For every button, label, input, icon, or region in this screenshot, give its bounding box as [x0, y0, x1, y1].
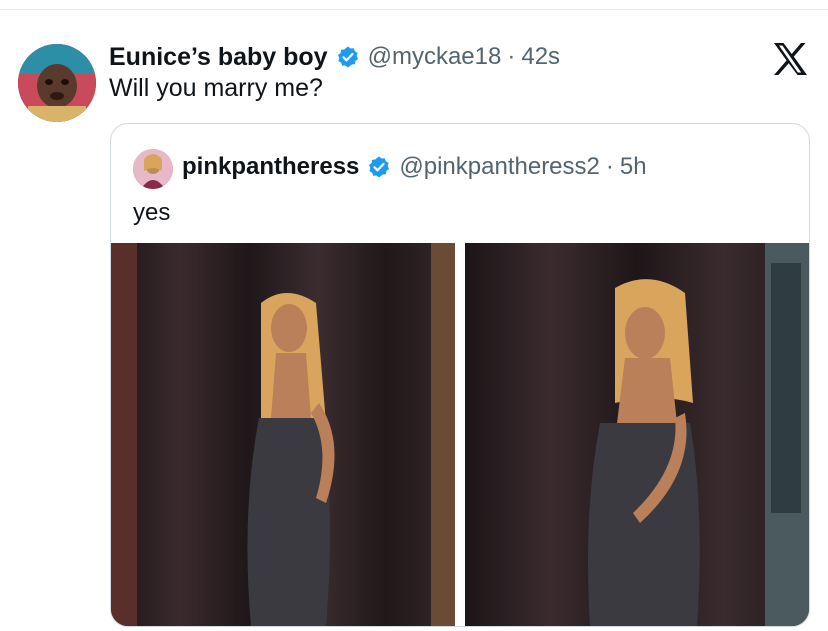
quoted-tweet-text: yes	[133, 199, 171, 226]
author-handle[interactable]: @myckae18	[368, 43, 502, 71]
tweet-header: Eunice’s baby boy @myckae18 · 42s	[109, 40, 560, 74]
quoted-tweet-card[interactable]: pinkpantheress @pinkpantheress2 · 5h yes	[110, 123, 810, 627]
photo-2[interactable]	[465, 243, 809, 626]
quoted-timestamp[interactable]: 5h	[620, 153, 647, 181]
quoted-avatar[interactable]	[133, 149, 173, 189]
tweet-text: Will you marry me?	[109, 74, 323, 102]
tweet-timestamp[interactable]: 42s	[521, 43, 560, 71]
top-divider	[0, 9, 828, 10]
photo-1[interactable]	[111, 243, 455, 626]
quoted-tweet-header: pinkpantheress @pinkpantheress2 · 5h	[182, 150, 647, 184]
quoted-author-display-name[interactable]: pinkpantheress	[182, 153, 359, 181]
avatar[interactable]	[18, 44, 96, 122]
quoted-author-handle[interactable]: @pinkpantheress2	[399, 153, 599, 181]
separator-dot: ·	[605, 153, 614, 180]
x-logo-icon[interactable]	[772, 42, 808, 76]
verified-badge-icon	[367, 155, 391, 179]
verified-badge-icon	[336, 45, 360, 69]
media-grid	[111, 243, 809, 626]
author-display-name[interactable]: Eunice’s baby boy	[109, 43, 328, 72]
separator-dot: ·	[507, 43, 516, 70]
